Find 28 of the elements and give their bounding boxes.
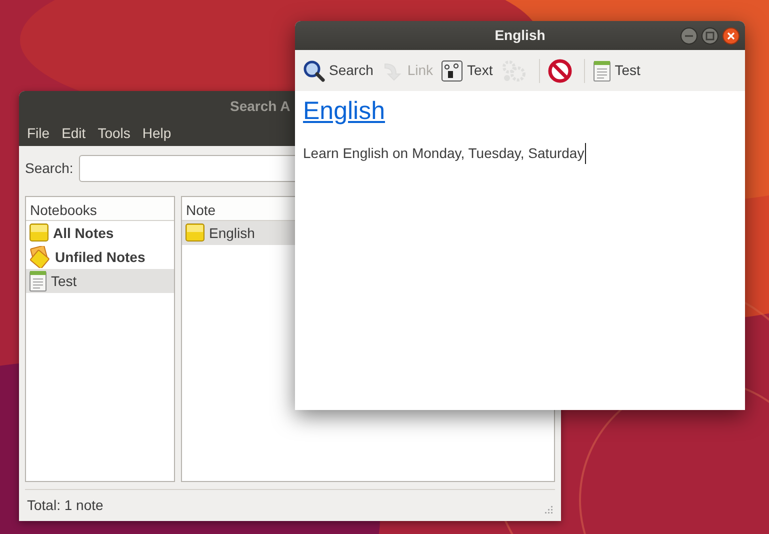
menu-item[interactable]: Edit <box>56 123 92 144</box>
note-text: Learn English on Monday, Tuesday, Saturday <box>303 142 586 164</box>
note-icon <box>185 223 205 244</box>
menu-item[interactable]: Tools <box>92 123 136 144</box>
toolbar-button[interactable]: Search <box>301 60 380 82</box>
notebook-item[interactable]: All Notes <box>26 221 174 246</box>
note-editor[interactable]: English Learn English on Monday, Tuesday, Saturday <box>295 91 745 410</box>
notes-icon <box>29 246 51 268</box>
no-entry-icon <box>548 58 572 82</box>
search-label: Search: <box>25 159 74 178</box>
menu-item[interactable]: File <box>21 123 56 144</box>
toolbar-button[interactable]: Test <box>590 60 646 82</box>
notebook-icon <box>592 60 611 82</box>
resize-grip-icon <box>543 506 553 516</box>
window-title: English <box>494 26 546 45</box>
close-icon <box>722 27 740 45</box>
note-title: English <box>303 96 385 127</box>
menu-item[interactable]: Help <box>136 123 178 144</box>
minimize-icon <box>680 27 698 45</box>
notebook-item[interactable]: Test <box>26 269 174 294</box>
maximize-icon <box>701 27 719 45</box>
window-title: Search A <box>229 96 290 116</box>
notebook-item[interactable]: Unfiled Notes <box>26 245 174 270</box>
status-text: Total: 1 note <box>27 496 104 515</box>
toolbar-button[interactable]: Text <box>439 60 499 82</box>
notebook-icon <box>29 270 47 292</box>
note-icon <box>29 223 49 244</box>
search-icon <box>303 60 325 82</box>
